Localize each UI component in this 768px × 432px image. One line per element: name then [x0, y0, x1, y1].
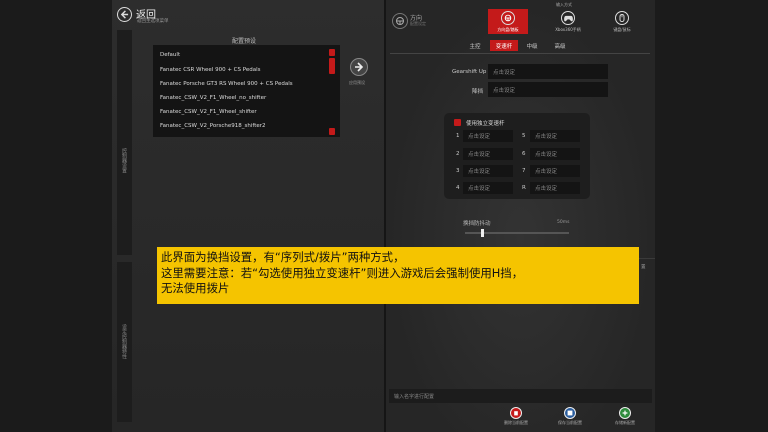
- gear-field[interactable]: 点击设定: [463, 182, 513, 194]
- gearshift-up-label: Gearshift Up: [452, 69, 487, 75]
- name-input[interactable]: 输入名字进行配置: [389, 389, 652, 403]
- apply-preset-label: 应用预设: [349, 80, 365, 85]
- scroll-up-button[interactable]: [329, 49, 335, 56]
- gearshift-down-field[interactable]: 点击设定: [488, 82, 608, 97]
- preset-section-title: 配置预设: [232, 38, 257, 45]
- right-subtitle: 配置设定: [410, 21, 426, 26]
- steering-wheel-icon: [392, 13, 408, 29]
- debounce-label: 换挡防抖动: [463, 221, 491, 227]
- arrow-right-icon: [350, 58, 368, 76]
- gear-number: 2: [456, 151, 460, 157]
- gear-number: 7: [522, 168, 526, 174]
- store-new-config-label: 存储新配置: [615, 420, 635, 425]
- debounce-value: 50ms: [557, 220, 570, 225]
- input-mode-gamepad[interactable]: Xbox360手柄: [548, 9, 588, 34]
- h-pattern-box: 使用独立变速杆 1 点击设定 5 点击设定 2 点击设定 6 点击设定 3 点击…: [444, 113, 590, 199]
- preset-item[interactable]: Fanatec_CSW_V2_Porsche918_shifter2: [160, 123, 266, 129]
- gear-number: 3: [456, 168, 460, 174]
- store-new-config-button[interactable]: 存储新配置: [605, 407, 645, 426]
- gear-field[interactable]: 点击设定: [530, 148, 580, 160]
- annotation-line-3: 无法使用拨片: [161, 281, 230, 295]
- gear-number: 5: [522, 133, 526, 139]
- save-icon: [564, 407, 576, 419]
- save-config-label: 保存当前配置: [558, 420, 582, 425]
- right-small-label: 置: [641, 265, 646, 270]
- side-strip-top: 控制器设置: [117, 30, 132, 255]
- gear-number: 1: [456, 133, 460, 139]
- background-left: [0, 0, 112, 432]
- preset-item[interactable]: Fanatec_CSW_V2_F1_Wheel_no_shifter: [160, 95, 266, 101]
- annotation-line-1: 此界面为换挡设置，有“序列式/拨片”两种方式，: [161, 250, 405, 264]
- back-sublabel: 返回主选项菜单: [137, 19, 169, 24]
- steering-wheel-icon: [501, 11, 515, 25]
- gearshift-up-field[interactable]: 点击设定: [488, 64, 608, 79]
- tab-intermediate[interactable]: 中级: [520, 40, 544, 51]
- debounce-slider-thumb[interactable]: [480, 229, 484, 237]
- delete-icon: [510, 407, 522, 419]
- preset-item[interactable]: Fanatec_CSW_V2_F1_Wheel_shifter: [160, 109, 257, 115]
- preset-item[interactable]: Fanatec CSR Wheel 900 + CS Pedals: [160, 67, 261, 73]
- tutorial-annotation: 此界面为换挡设置，有“序列式/拨片”两种方式， 这里需要注意：若“勾选使用独立变…: [157, 247, 639, 304]
- gearshift-down-label: 降挡: [472, 89, 484, 95]
- scrollbar-thumb[interactable]: [329, 58, 335, 74]
- tab-advanced[interactable]: 高级: [547, 40, 573, 51]
- add-icon: [619, 407, 631, 419]
- independent-shifter-checkbox[interactable]: [454, 119, 461, 126]
- gear-number: 4: [456, 185, 460, 191]
- annotation-line-2: 这里需要注意：若“勾选使用独立变速杆”则进入游戏后会强制使用H挡，: [161, 265, 524, 280]
- input-mode-keyboard[interactable]: 键盘/鼠标: [602, 9, 642, 34]
- independent-shifter-label: 使用独立变速杆: [466, 121, 505, 127]
- gear-number: R: [522, 185, 526, 191]
- input-mode-label-wheel: 方向盘/踏板: [497, 27, 519, 32]
- background-right: [655, 0, 768, 432]
- side-strip-bottom: 设定控制器特性: [117, 262, 132, 422]
- delete-config-label: 删除当前配置: [504, 420, 528, 425]
- preset-item[interactable]: Fanatec Porsche GT3 RS Wheel 900 + CS Pe…: [160, 81, 293, 87]
- apply-preset-button[interactable]: [350, 58, 368, 76]
- gear-field[interactable]: 点击设定: [530, 130, 580, 142]
- delete-config-button[interactable]: 删除当前配置: [496, 407, 536, 426]
- scroll-down-button[interactable]: [329, 128, 335, 135]
- debounce-slider-track[interactable]: [465, 229, 569, 237]
- gear-field[interactable]: 点击设定: [463, 130, 513, 142]
- input-mode-label: 输入方式: [556, 2, 572, 7]
- side-label-bottom: 设定控制器特性: [121, 324, 127, 359]
- keyboard-mouse-icon: [615, 11, 629, 25]
- name-input-placeholder: 输入名字进行配置: [394, 394, 435, 400]
- gear-field[interactable]: 点击设定: [530, 182, 580, 194]
- tab-divider: [390, 53, 650, 54]
- preset-list[interactable]: Default Fanatec CSR Wheel 900 + CS Pedal…: [153, 45, 340, 137]
- gear-number: 6: [522, 151, 526, 157]
- input-mode-wheel[interactable]: 方向盘/踏板: [488, 9, 528, 34]
- back-arrow-icon: [117, 7, 132, 22]
- tab-main[interactable]: 主控: [462, 40, 488, 51]
- back-button[interactable]: [117, 7, 132, 22]
- preset-item[interactable]: Default: [160, 52, 180, 58]
- input-mode-label-gamepad: Xbox360手柄: [555, 27, 581, 32]
- gamepad-icon: [561, 11, 575, 25]
- gear-field[interactable]: 点击设定: [530, 165, 580, 177]
- gear-field[interactable]: 点击设定: [463, 148, 513, 160]
- input-mode-label-keyboard: 键盘/鼠标: [613, 27, 631, 32]
- side-label-top: 控制器设置: [121, 148, 127, 173]
- save-config-button[interactable]: 保存当前配置: [550, 407, 590, 426]
- tab-gearshift[interactable]: 变速杆: [490, 40, 518, 51]
- gear-field[interactable]: 点击设定: [463, 165, 513, 177]
